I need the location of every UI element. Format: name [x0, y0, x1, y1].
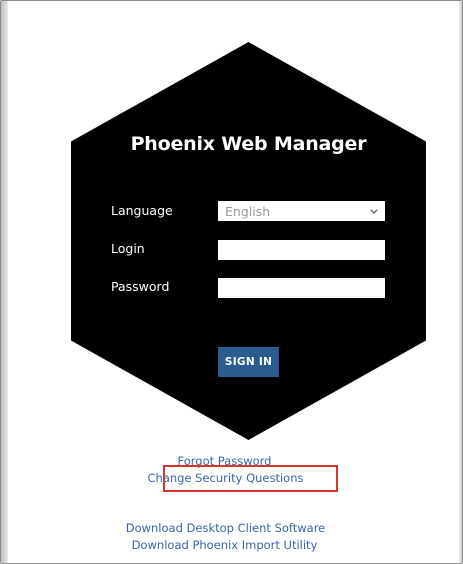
- language-label: Language: [111, 203, 173, 218]
- password-label: Password: [111, 279, 170, 294]
- login-label: Login: [111, 241, 145, 256]
- page-title: Phoenix Web Manager: [130, 133, 367, 155]
- password-input[interactable]: [218, 278, 385, 298]
- window-edge-right: [459, 1, 462, 563]
- sign-in-button[interactable]: SIGN IN: [218, 347, 279, 377]
- language-select[interactable]: English: [218, 201, 385, 221]
- chevron-down-icon: [369, 206, 379, 216]
- login-input[interactable]: [218, 240, 385, 260]
- download-import-utility-link[interactable]: Download Phoenix Import Utility: [0, 538, 456, 552]
- download-desktop-client-link[interactable]: Download Desktop Client Software: [0, 521, 457, 535]
- highlight-annotation-box: [163, 465, 338, 492]
- language-select-value: English: [225, 203, 271, 219]
